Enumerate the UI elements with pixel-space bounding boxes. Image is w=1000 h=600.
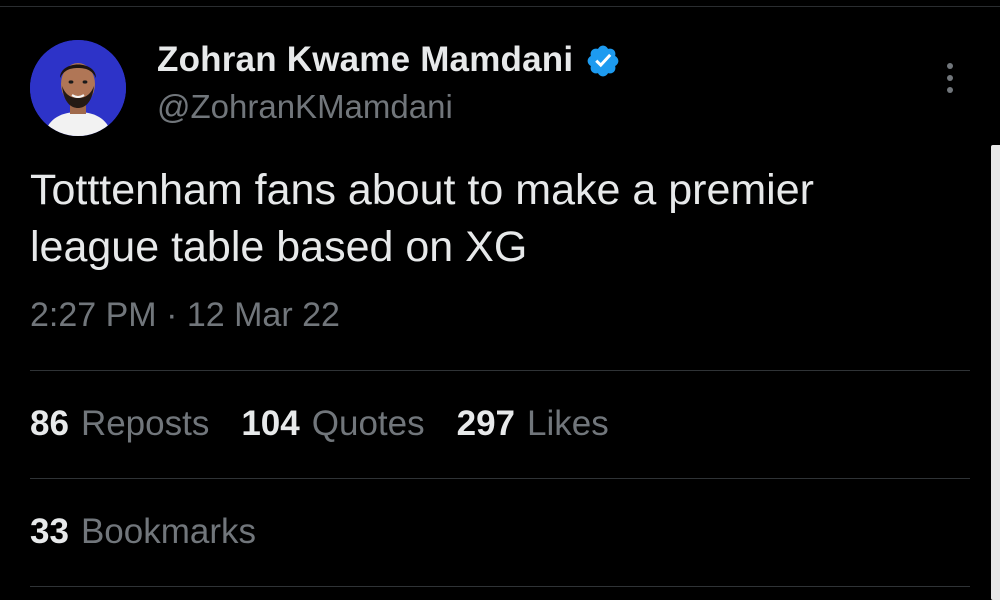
timestamp-separator: · [156, 296, 187, 334]
tweet-timestamp[interactable]: 2:27 PM · 12 Mar 22 [30, 296, 340, 335]
divider [30, 478, 970, 479]
scrollbar[interactable] [991, 145, 1000, 600]
reposts-stat[interactable]: 86 Reposts [30, 404, 209, 444]
more-vertical-icon-dot [947, 75, 953, 81]
more-vertical-icon [947, 63, 953, 69]
avatar-image [30, 40, 126, 136]
author-handle[interactable]: @ZohranKMamdani [157, 88, 453, 126]
quotes-label: Quotes [311, 404, 425, 443]
divider [30, 586, 970, 587]
tweet-time: 2:27 PM [30, 296, 157, 334]
author-name-row: Zohran Kwame Mamdani [157, 40, 621, 80]
more-vertical-icon-dot [947, 87, 953, 93]
tweet-date: 12 Mar 22 [186, 296, 340, 334]
engagement-stats: 86 Reposts 104 Quotes 297 Likes [30, 404, 641, 444]
bookmarks-count: 33 [30, 512, 69, 551]
bookmarks-stat[interactable]: 33 Bookmarks [30, 512, 256, 552]
tweet-text: Totttenham fans about to make a premier … [30, 166, 814, 271]
likes-label: Likes [527, 404, 609, 443]
likes-count: 297 [456, 404, 516, 443]
reposts-count: 86 [30, 404, 69, 443]
author-display-name[interactable]: Zohran Kwame Mamdani [157, 40, 573, 80]
quotes-count: 104 [241, 404, 300, 443]
divider [30, 370, 970, 371]
verified-badge-icon[interactable] [585, 43, 621, 79]
quotes-stat[interactable]: 104 Quotes [241, 404, 424, 444]
top-divider [0, 6, 1000, 7]
likes-stat[interactable]: 297 Likes [457, 404, 609, 444]
more-options-button[interactable] [938, 58, 962, 98]
bookmarks-label: Bookmarks [80, 512, 256, 551]
avatar[interactable] [30, 40, 126, 136]
reposts-label: Reposts [80, 404, 210, 443]
